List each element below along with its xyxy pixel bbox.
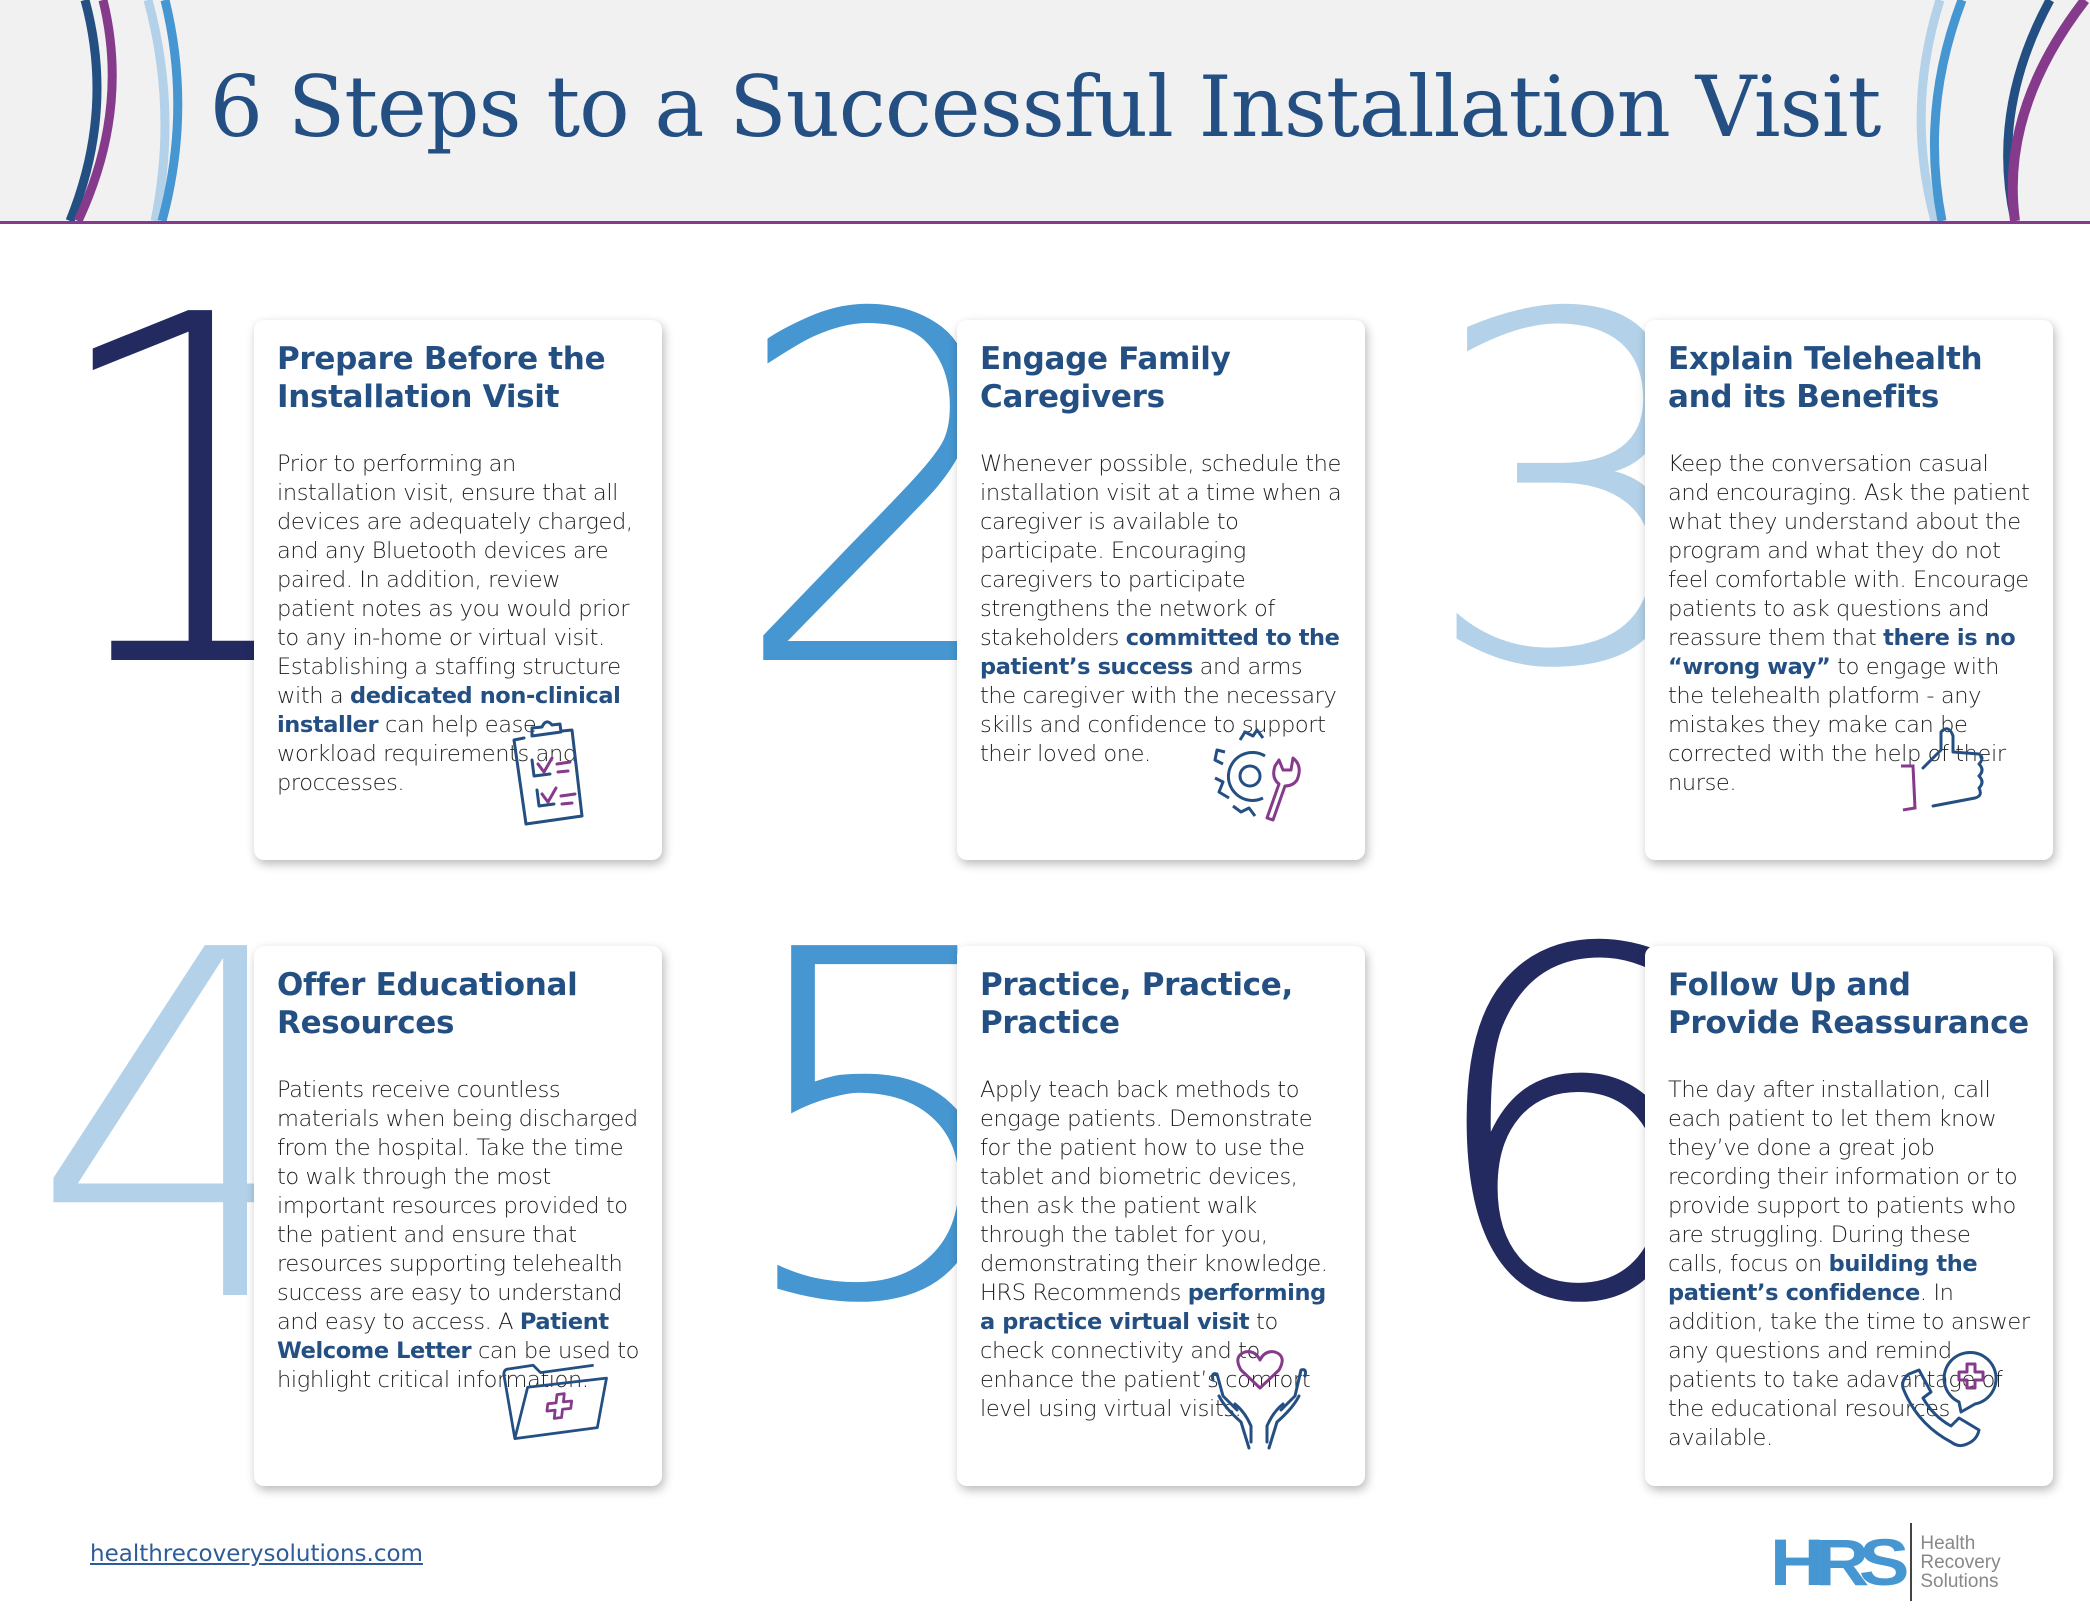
website-link[interactable]: healthrecoverysolutions.com xyxy=(90,1541,423,1567)
logo-word: Health xyxy=(1920,1532,1976,1554)
step-card-2: Engage Family Caregivers Whenever possib… xyxy=(957,320,1365,860)
step-card-1: Prepare Before the Installation Visit Pr… xyxy=(254,320,662,860)
logo-mark: HRS xyxy=(1770,1525,1910,1599)
step-text: Keep the conversation casual and encoura… xyxy=(1668,451,2030,651)
hrs-logo: HRS Health Recovery Solutions xyxy=(1770,1522,2001,1602)
clipboard-checklist-icon xyxy=(512,720,584,826)
step-title: Offer Educational Resources xyxy=(277,967,578,1041)
phone-medical-icon xyxy=(1901,1350,1998,1448)
step-text: Whenever possible, schedule the installa… xyxy=(980,451,1342,651)
logo-divider xyxy=(1910,1523,1913,1601)
header-banner: 6 Steps to a Successful Installation Vis… xyxy=(0,0,2090,224)
step-text: Patients receive countless materials whe… xyxy=(277,1077,638,1335)
step-card-3: Explain Telehealth and its Benefits Keep… xyxy=(1645,320,2053,860)
hands-heart-icon xyxy=(1211,1350,1307,1450)
step-card-4: Offer Educational Resources Patients rec… xyxy=(254,946,662,1486)
step-text: The day after installation, call each pa… xyxy=(1668,1077,2018,1277)
step-title: Explain Telehealth and its Benefits xyxy=(1668,341,1983,415)
gear-wrench-icon xyxy=(1213,728,1301,822)
step-card-5: Practice, Practice, Practice Apply teach… xyxy=(957,946,1365,1486)
step-card-6: Follow Up and Provide Reassurance The da… xyxy=(1645,946,2053,1486)
step-text: Apply teach back methods to engage patie… xyxy=(980,1077,1328,1306)
page-title: 6 Steps to a Successful Installation Vis… xyxy=(209,58,1882,156)
step-title: Engage Family Caregivers xyxy=(980,341,1231,415)
logo-word: Recovery xyxy=(1920,1551,2001,1573)
step-text: Prior to performing an installation visi… xyxy=(277,451,633,709)
thumbs-up-icon xyxy=(1901,727,1984,812)
step-title: Follow Up and Provide Reassurance xyxy=(1668,967,2029,1041)
step-title: Practice, Practice, Practice xyxy=(980,967,1293,1041)
medical-folder-icon xyxy=(502,1363,608,1440)
logo-word: Solutions xyxy=(1920,1570,1999,1592)
logo-wordmark: Health Recovery Solutions xyxy=(1920,1534,2000,1591)
step-title: Prepare Before the Installation Visit xyxy=(277,341,606,415)
